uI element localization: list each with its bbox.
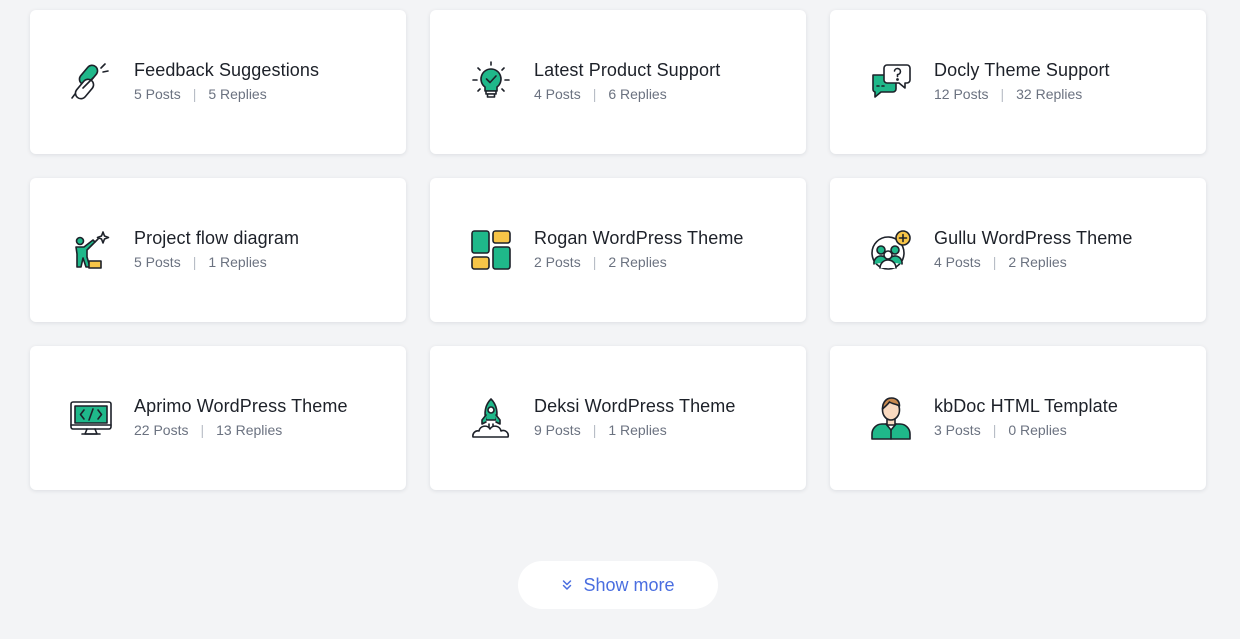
reply-count: 32 Replies: [1016, 85, 1083, 102]
forum-title: Docly Theme Support: [934, 59, 1110, 80]
forum-card-text: Latest Product Support 4 Posts | 6 Replies: [534, 58, 720, 103]
forum-meta: 9 Posts | 1 Replies: [534, 421, 736, 439]
show-more-button[interactable]: Show more: [518, 561, 718, 609]
meta-separator: |: [592, 421, 597, 438]
forum-card-text: Feedback Suggestions 5 Posts | 5 Replies: [134, 58, 319, 103]
lightbulb-check-icon: [468, 59, 514, 105]
post-count: 4 Posts: [934, 253, 981, 270]
forum-card-deksi-wordpress-theme[interactable]: Deksi WordPress Theme 9 Posts | 1 Replies: [430, 346, 806, 490]
forum-meta: 5 Posts | 1 Replies: [134, 253, 299, 271]
forum-meta: 12 Posts | 32 Replies: [934, 85, 1110, 103]
forum-title: Aprimo WordPress Theme: [134, 395, 348, 416]
show-more-label: Show more: [583, 574, 675, 595]
forum-title: Rogan WordPress Theme: [534, 227, 744, 248]
forum-meta: 22 Posts | 13 Replies: [134, 421, 348, 439]
dashboard-blocks-icon: [468, 227, 514, 273]
reply-count: 13 Replies: [216, 421, 283, 438]
post-count: 9 Posts: [534, 421, 581, 438]
forum-card-docly-theme-support[interactable]: Docly Theme Support 12 Posts | 32 Replies: [830, 10, 1206, 154]
double-chevron-down-icon: [561, 579, 573, 591]
forum-title: Feedback Suggestions: [134, 59, 320, 80]
reply-count: 0 Replies: [1008, 421, 1067, 438]
forum-title: Gullu WordPress Theme: [934, 227, 1133, 248]
forum-card-project-flow-diagram[interactable]: Project flow diagram 5 Posts | 1 Replies: [30, 178, 406, 322]
forum-card-text: Rogan WordPress Theme 2 Posts | 2 Replies: [534, 226, 744, 271]
chat-question-icon: [868, 59, 914, 105]
forum-card-feedback-suggestions[interactable]: Feedback Suggestions 5 Posts | 5 Replies: [30, 10, 406, 154]
post-count: 4 Posts: [534, 85, 581, 102]
meta-separator: |: [592, 253, 597, 270]
meta-separator: |: [192, 85, 197, 102]
rocket-launch-icon: [468, 395, 514, 441]
meta-separator: |: [992, 421, 997, 438]
reply-count: 5 Replies: [208, 85, 267, 102]
forum-grid: Feedback Suggestions 5 Posts | 5 Replies: [30, 10, 1206, 490]
forum-meta: 3 Posts | 0 Replies: [934, 421, 1118, 439]
link-chain-icon: [68, 59, 114, 105]
post-count: 5 Posts: [134, 85, 181, 102]
forum-meta: 4 Posts | 2 Replies: [934, 253, 1133, 271]
post-count: 22 Posts: [134, 421, 189, 438]
reply-count: 2 Replies: [1008, 253, 1067, 270]
meta-separator: |: [992, 253, 997, 270]
user-avatar-icon: [868, 395, 914, 441]
forum-title: Deksi WordPress Theme: [534, 395, 736, 416]
forum-card-text: Project flow diagram 5 Posts | 1 Replies: [134, 226, 299, 271]
post-count: 3 Posts: [934, 421, 981, 438]
reply-count: 6 Replies: [608, 85, 667, 102]
forum-card-text: Deksi WordPress Theme 9 Posts | 1 Replies: [534, 394, 736, 439]
forum-card-kbdoc-html-template[interactable]: kbDoc HTML Template 3 Posts | 0 Replies: [830, 346, 1206, 490]
meta-separator: |: [592, 85, 597, 102]
reply-count: 1 Replies: [208, 253, 267, 270]
post-count: 12 Posts: [934, 85, 989, 102]
forum-card-gullu-wordpress-theme[interactable]: Gullu WordPress Theme 4 Posts | 2 Replies: [830, 178, 1206, 322]
forum-card-latest-product-support[interactable]: Latest Product Support 4 Posts | 6 Replies: [430, 10, 806, 154]
forum-title: Latest Product Support: [534, 59, 721, 80]
forum-meta: 2 Posts | 2 Replies: [534, 253, 744, 271]
reply-count: 2 Replies: [608, 253, 667, 270]
post-count: 2 Posts: [534, 253, 581, 270]
forum-title: Project flow diagram: [134, 227, 300, 248]
meta-separator: |: [1000, 85, 1005, 102]
forum-card-rogan-wordpress-theme[interactable]: Rogan WordPress Theme 2 Posts | 2 Replies: [430, 178, 806, 322]
forum-card-text: Aprimo WordPress Theme 22 Posts | 13 Repli…: [134, 394, 348, 439]
reply-count: 1 Replies: [608, 421, 667, 438]
meta-separator: |: [200, 421, 205, 438]
post-count: 5 Posts: [134, 253, 181, 270]
forum-card-text: kbDoc HTML Template 3 Posts | 0 Replies: [934, 394, 1118, 439]
team-add-icon: [868, 227, 914, 273]
forum-meta: 4 Posts | 6 Replies: [534, 85, 720, 103]
forum-card-text: Docly Theme Support 12 Posts | 32 Replies: [934, 58, 1110, 103]
monitor-code-icon: [68, 395, 114, 441]
forum-title: kbDoc HTML Template: [934, 395, 1118, 416]
meta-separator: |: [192, 253, 197, 270]
forum-card-text: Gullu WordPress Theme 4 Posts | 2 Replies: [934, 226, 1133, 271]
person-climb-star-icon: [68, 227, 114, 273]
forum-card-aprimo-wordpress-theme[interactable]: Aprimo WordPress Theme 22 Posts | 13 Repli…: [30, 346, 406, 490]
forum-meta: 5 Posts | 5 Replies: [134, 85, 319, 103]
